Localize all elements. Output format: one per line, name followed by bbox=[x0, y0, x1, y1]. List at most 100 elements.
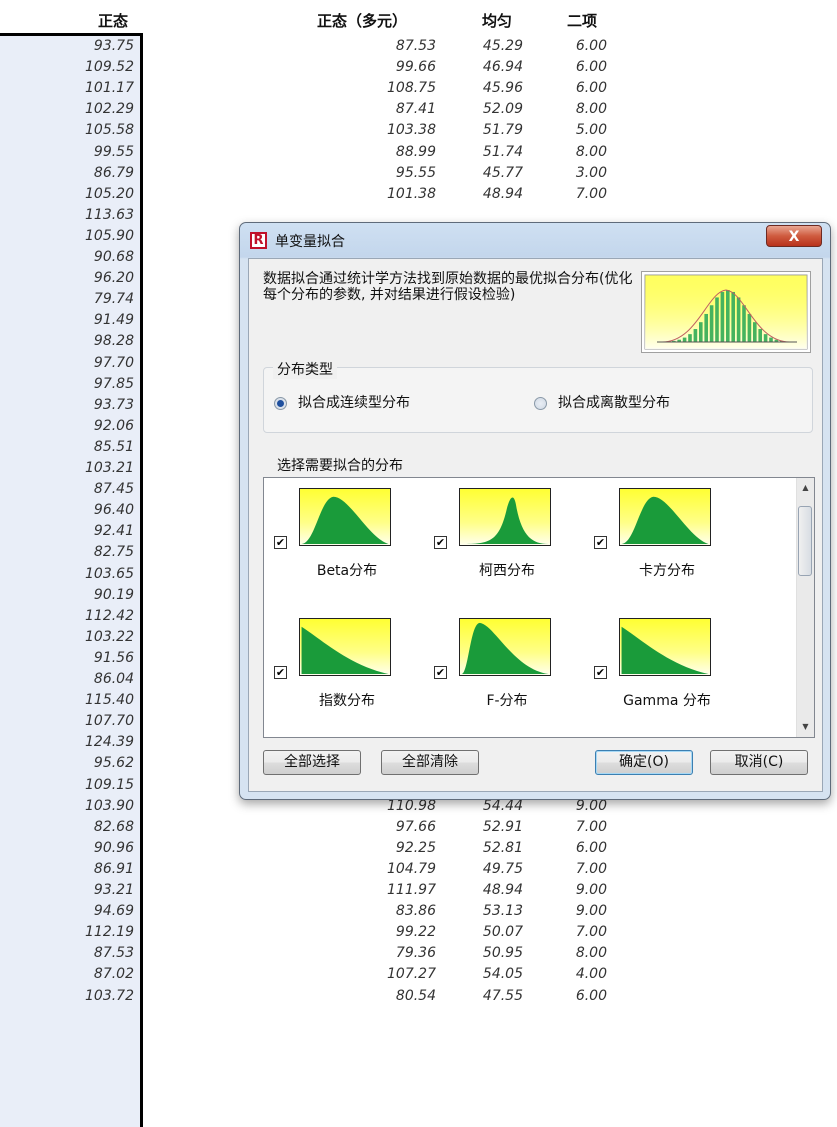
scroll-down-arrow-icon[interactable]: ▼ bbox=[797, 719, 814, 735]
cell-c1[interactable]: 91.49 bbox=[0, 310, 134, 330]
cell-c4[interactable]: 7.00 bbox=[561, 817, 607, 837]
cell-c2[interactable]: 111.97 bbox=[336, 880, 436, 900]
distribution-option[interactable]: ✔ 卡方分布 bbox=[586, 478, 736, 598]
cell-c3[interactable]: 45.77 bbox=[471, 163, 523, 183]
distribution-option[interactable]: ✔ F-分布 bbox=[426, 608, 576, 728]
cell-c1[interactable]: 103.65 bbox=[0, 564, 134, 584]
cell-c4[interactable]: 6.00 bbox=[561, 838, 607, 858]
cell-c4[interactable]: 3.00 bbox=[561, 163, 607, 183]
cell-c2[interactable]: 99.22 bbox=[336, 922, 436, 942]
cell-c1[interactable]: 99.55 bbox=[0, 142, 134, 162]
cell-c1[interactable]: 101.17 bbox=[0, 78, 134, 98]
cell-c1[interactable]: 79.74 bbox=[0, 289, 134, 309]
cell-c1[interactable]: 103.90 bbox=[0, 796, 134, 816]
cell-c1[interactable]: 103.72 bbox=[0, 986, 134, 1006]
cell-c2[interactable]: 80.54 bbox=[336, 986, 436, 1006]
cell-c2[interactable]: 108.75 bbox=[336, 78, 436, 98]
cell-c3[interactable]: 50.07 bbox=[471, 922, 523, 942]
radio-discrete-label[interactable]: 拟合成离散型分布 bbox=[558, 392, 670, 412]
cell-c4[interactable]: 7.00 bbox=[561, 184, 607, 204]
distribution-option[interactable]: ✔ Beta分布 bbox=[266, 478, 416, 598]
cell-c4[interactable]: 7.00 bbox=[561, 922, 607, 942]
cell-c1[interactable]: 93.75 bbox=[0, 36, 134, 56]
cell-c3[interactable]: 45.96 bbox=[471, 78, 523, 98]
distribution-checkbox[interactable]: ✔ bbox=[274, 666, 287, 679]
cell-c1[interactable]: 87.53 bbox=[0, 943, 134, 963]
cell-c4[interactable]: 4.00 bbox=[561, 964, 607, 984]
cell-c3[interactable]: 52.09 bbox=[471, 99, 523, 119]
cell-c1[interactable]: 90.96 bbox=[0, 838, 134, 858]
cell-c1[interactable]: 98.28 bbox=[0, 331, 134, 351]
cell-c3[interactable]: 47.55 bbox=[471, 986, 523, 1006]
cell-c1[interactable]: 112.19 bbox=[0, 922, 134, 942]
cell-c1[interactable]: 82.75 bbox=[0, 542, 134, 562]
cell-c1[interactable]: 115.40 bbox=[0, 690, 134, 710]
cell-c3[interactable]: 51.74 bbox=[471, 142, 523, 162]
cell-c1[interactable]: 97.70 bbox=[0, 353, 134, 373]
distribution-option[interactable]: ✔ 柯西分布 bbox=[426, 478, 576, 598]
cell-c1[interactable]: 90.68 bbox=[0, 247, 134, 267]
cell-c1[interactable]: 109.15 bbox=[0, 775, 134, 795]
cell-c2[interactable]: 95.55 bbox=[336, 163, 436, 183]
cell-c1[interactable]: 86.91 bbox=[0, 859, 134, 879]
ok-button[interactable]: 确定(O) bbox=[595, 750, 693, 775]
list-scrollbar[interactable]: ▲ ▼ bbox=[796, 478, 814, 737]
cell-c1[interactable]: 90.19 bbox=[0, 585, 134, 605]
cell-c4[interactable]: 6.00 bbox=[561, 78, 607, 98]
cell-c2[interactable]: 107.27 bbox=[336, 964, 436, 984]
cell-c1[interactable]: 91.56 bbox=[0, 648, 134, 668]
cell-c2[interactable]: 101.38 bbox=[336, 184, 436, 204]
distribution-checkbox[interactable]: ✔ bbox=[434, 666, 447, 679]
cell-c3[interactable]: 45.29 bbox=[471, 36, 523, 56]
cell-c2[interactable]: 104.79 bbox=[336, 859, 436, 879]
cell-c1[interactable]: 96.20 bbox=[0, 268, 134, 288]
cell-c4[interactable]: 8.00 bbox=[561, 142, 607, 162]
cell-c3[interactable]: 51.79 bbox=[471, 120, 523, 140]
clear-all-button[interactable]: 全部清除 bbox=[381, 750, 479, 775]
cell-c2[interactable]: 97.66 bbox=[336, 817, 436, 837]
cell-c1[interactable]: 95.62 bbox=[0, 753, 134, 773]
cell-c3[interactable]: 52.81 bbox=[471, 838, 523, 858]
cell-c4[interactable]: 5.00 bbox=[561, 120, 607, 140]
cell-c1[interactable]: 92.06 bbox=[0, 416, 134, 436]
cell-c2[interactable]: 87.41 bbox=[336, 99, 436, 119]
cell-c4[interactable]: 6.00 bbox=[561, 57, 607, 77]
cell-c1[interactable]: 92.41 bbox=[0, 521, 134, 541]
distribution-checkbox[interactable]: ✔ bbox=[434, 536, 447, 549]
distribution-checkbox[interactable]: ✔ bbox=[594, 536, 607, 549]
select-all-button[interactable]: 全部选择 bbox=[263, 750, 361, 775]
cell-c3[interactable]: 50.95 bbox=[471, 943, 523, 963]
cell-c4[interactable]: 8.00 bbox=[561, 943, 607, 963]
cell-c1[interactable]: 112.42 bbox=[0, 606, 134, 626]
cell-c3[interactable]: 49.75 bbox=[471, 859, 523, 879]
cell-c1[interactable]: 93.73 bbox=[0, 395, 134, 415]
cell-c1[interactable]: 124.39 bbox=[0, 732, 134, 752]
cell-c3[interactable]: 53.13 bbox=[471, 901, 523, 921]
cell-c1[interactable]: 96.40 bbox=[0, 500, 134, 520]
cell-c4[interactable]: 9.00 bbox=[561, 880, 607, 900]
cell-c1[interactable]: 87.45 bbox=[0, 479, 134, 499]
distribution-option[interactable]: ✔ 指数分布 bbox=[266, 608, 416, 728]
cell-c4[interactable]: 9.00 bbox=[561, 901, 607, 921]
close-button[interactable]: X bbox=[766, 225, 822, 247]
cancel-button[interactable]: 取消(C) bbox=[710, 750, 808, 775]
scroll-thumb[interactable] bbox=[798, 506, 812, 576]
cell-c3[interactable]: 48.94 bbox=[471, 184, 523, 204]
scroll-up-arrow-icon[interactable]: ▲ bbox=[797, 480, 814, 496]
cell-c1[interactable]: 107.70 bbox=[0, 711, 134, 731]
cell-c1[interactable]: 102.29 bbox=[0, 99, 134, 119]
distribution-checkbox[interactable]: ✔ bbox=[594, 666, 607, 679]
cell-c1[interactable]: 103.22 bbox=[0, 627, 134, 647]
cell-c2[interactable]: 87.53 bbox=[336, 36, 436, 56]
cell-c4[interactable]: 7.00 bbox=[561, 859, 607, 879]
cell-c3[interactable]: 46.94 bbox=[471, 57, 523, 77]
radio-continuous-label[interactable]: 拟合成连续型分布 bbox=[298, 392, 410, 412]
cell-c1[interactable]: 86.79 bbox=[0, 163, 134, 183]
cell-c2[interactable]: 83.86 bbox=[336, 901, 436, 921]
cell-c1[interactable]: 87.02 bbox=[0, 964, 134, 984]
cell-c1[interactable]: 97.85 bbox=[0, 374, 134, 394]
cell-c2[interactable]: 99.66 bbox=[336, 57, 436, 77]
cell-c1[interactable]: 86.04 bbox=[0, 669, 134, 689]
cell-c1[interactable]: 105.20 bbox=[0, 184, 134, 204]
cell-c1[interactable]: 105.90 bbox=[0, 226, 134, 246]
